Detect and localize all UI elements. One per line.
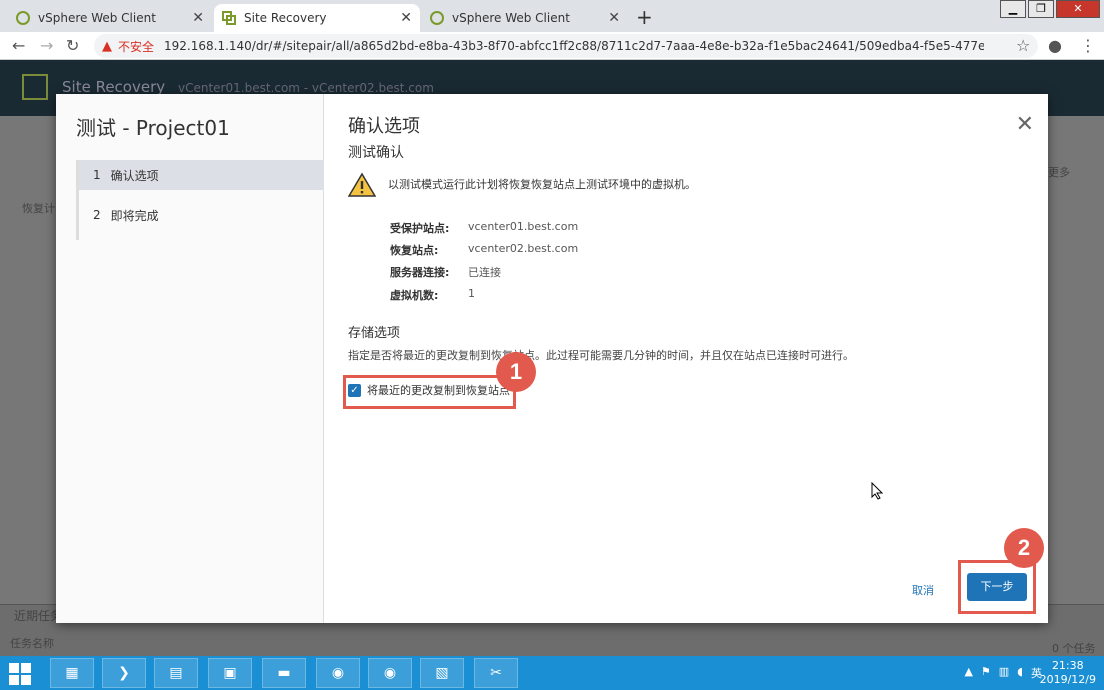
more-link: 更多 <box>1048 166 1070 179</box>
task-count: 0 个任务 <box>1052 642 1096 655</box>
tray-volume-icon[interactable]: ◖ <box>1017 665 1023 681</box>
detail-vm-count: 虚拟机数: 1 <box>390 287 475 303</box>
tab-label: vSphere Web Client <box>452 11 570 25</box>
detail-value: 已连接 <box>468 266 501 279</box>
detail-protected-site: 受保护站点: vcenter01.best.com <box>390 220 578 236</box>
dialog-title: 测试 - Project01 <box>76 116 230 140</box>
bookmark-star-icon[interactable]: ☆ <box>1016 36 1030 55</box>
test-plan-dialog: 测试 - Project01 1 确认选项 2 即将完成 确认选项 ✕ 测试确认… <box>56 94 1048 623</box>
forward-icon[interactable]: → <box>40 36 53 55</box>
clock-time: 21:38 <box>1051 659 1084 672</box>
test-confirm-heading: 测试确认 <box>348 145 404 161</box>
tray-network-icon[interactable]: ▥ <box>999 665 1009 681</box>
close-dialog-icon[interactable]: ✕ <box>1016 112 1034 137</box>
vsphere-icon <box>430 11 444 25</box>
new-tab-icon[interactable]: + <box>636 5 653 29</box>
mouse-cursor-icon <box>871 482 883 500</box>
step-number: 1 <box>93 168 101 182</box>
detail-key: 恢复站点: <box>390 244 439 257</box>
step-number: 2 <box>93 208 101 222</box>
callout-badge-1: 1 <box>496 352 536 392</box>
warning-icon <box>348 172 376 197</box>
recovery-plans-label: 恢复计 <box>22 202 55 215</box>
detail-value: vcenter02.best.com <box>468 242 579 255</box>
browser-tab-strip: vSphere Web Client ✕ Site Recovery ✕ vSp… <box>0 0 1104 32</box>
url-text: 192.168.1.140/dr/#/sitepair/all/a865d2bd… <box>164 39 985 53</box>
file-explorer-icon[interactable]: ▤ <box>154 658 198 688</box>
tray-expand-icon[interactable]: ▲ <box>964 665 972 681</box>
close-window-icon[interactable]: ✕ <box>1056 0 1100 18</box>
close-tab-icon[interactable]: ✕ <box>608 10 620 26</box>
wizard-sidebar: 测试 - Project01 1 确认选项 2 即将完成 <box>56 94 324 623</box>
site-recovery-logo-icon <box>22 74 48 100</box>
cancel-button[interactable]: 取消 <box>912 582 934 598</box>
profile-icon[interactable]: ● <box>1048 36 1062 55</box>
tab-vsphere-1[interactable]: vSphere Web Client ✕ <box>8 4 212 32</box>
chrome-icon[interactable]: ◉ <box>316 658 360 688</box>
tab-label: Site Recovery <box>244 11 327 25</box>
not-secure-icon: ▲ <box>102 38 112 54</box>
callout-highlight-checkbox <box>343 375 516 409</box>
wizard-step-ready[interactable]: 2 即将完成 <box>79 200 324 230</box>
powershell-icon[interactable]: ❯ <box>102 658 146 688</box>
storage-description: 指定是否将最近的更改复制到恢复站点。此过程可能需要几分钟的时间，并且仅在站点已连… <box>348 349 854 362</box>
detail-server-connection: 服务器连接: 已连接 <box>390 264 501 280</box>
wizard-content: 确认选项 ✕ 测试确认 以测试模式运行此计划将恢复恢复站点上测试环境中的虚拟机。… <box>324 94 1048 623</box>
detail-key: 受保护站点: <box>390 222 450 235</box>
step-label: 即将完成 <box>110 208 159 223</box>
clock-date: 2019/12/9 <box>1039 673 1096 686</box>
url-input[interactable]: ▲ 不安全 192.168.1.140/dr/#/sitepair/all/a8… <box>94 34 1038 58</box>
storage-options-heading: 存储选项 <box>348 326 401 341</box>
snipping-tool-icon[interactable]: ✂ <box>474 658 518 688</box>
wizard-step-confirm[interactable]: 1 确认选项 <box>79 160 324 190</box>
image-viewer-icon[interactable]: ▧ <box>420 658 464 688</box>
tab-label: vSphere Web Client <box>38 11 156 25</box>
reload-icon[interactable]: ↻ <box>66 36 79 55</box>
detail-value: vcenter01.best.com <box>468 220 579 233</box>
address-bar: ← → ↻ ▲ 不安全 192.168.1.140/dr/#/sitepair/… <box>0 32 1104 60</box>
chrome-icon-2[interactable]: ◉ <box>368 658 412 688</box>
callout-badge-2: 2 <box>1004 528 1044 568</box>
tab-site-recovery[interactable]: Site Recovery ✕ <box>214 4 420 32</box>
network-icon[interactable]: ▣ <box>208 658 252 688</box>
warning-row: 以测试模式运行此计划将恢复恢复站点上测试环境中的虚拟机。 <box>348 172 696 198</box>
wizard-steps: 1 确认选项 2 即将完成 <box>76 160 324 240</box>
vsphere-icon <box>16 11 30 25</box>
callout-highlight-next <box>958 560 1036 614</box>
windows-start-icon[interactable] <box>8 662 32 686</box>
restore-icon[interactable]: ❐ <box>1028 0 1054 18</box>
command-prompt-icon[interactable]: ▬ <box>262 658 306 688</box>
detail-key: 虚拟机数: <box>390 289 439 302</box>
close-tab-icon[interactable]: ✕ <box>400 10 412 26</box>
server-manager-icon[interactable]: ▦ <box>50 658 94 688</box>
not-secure-label: 不安全 <box>118 39 155 54</box>
close-tab-icon[interactable]: ✕ <box>192 10 204 26</box>
page-title: 确认选项 <box>348 116 420 137</box>
tab-vsphere-2[interactable]: vSphere Web Client ✕ <box>422 4 628 32</box>
minimize-icon[interactable]: ▁ <box>1000 0 1026 18</box>
back-icon[interactable]: ← <box>12 36 25 55</box>
detail-value: 1 <box>468 287 475 300</box>
windows-taskbar: ▦ ❯ ▤ ▣ ▬ ◉ ◉ ▧ ✂ ▲ ⚑ ▥ ◖ 英 21:38 2019/1… <box>0 656 1104 690</box>
step-label: 确认选项 <box>110 168 159 183</box>
system-tray: ▲ ⚑ ▥ ◖ 英 <box>956 665 1042 681</box>
window-controls: ▁ ❐ ✕ <box>998 0 1100 18</box>
detail-recovery-site: 恢复站点: vcenter02.best.com <box>390 242 578 258</box>
menu-icon[interactable]: ⋮ <box>1080 36 1096 55</box>
site-recovery-icon <box>222 11 236 25</box>
task-name-header: 任务名称 <box>10 637 54 650</box>
site-pair-selector: vCenter01.best.com - vCenter02.best.com <box>178 81 434 95</box>
recent-tasks-title: 近期任务 <box>14 609 63 623</box>
tray-flag-icon[interactable]: ⚑ <box>981 665 991 681</box>
taskbar-clock[interactable]: 21:38 2019/12/9 <box>1040 659 1096 687</box>
warning-text: 以测试模式运行此计划将恢复恢复站点上测试环境中的虚拟机。 <box>388 178 696 191</box>
detail-key: 服务器连接: <box>390 266 450 279</box>
